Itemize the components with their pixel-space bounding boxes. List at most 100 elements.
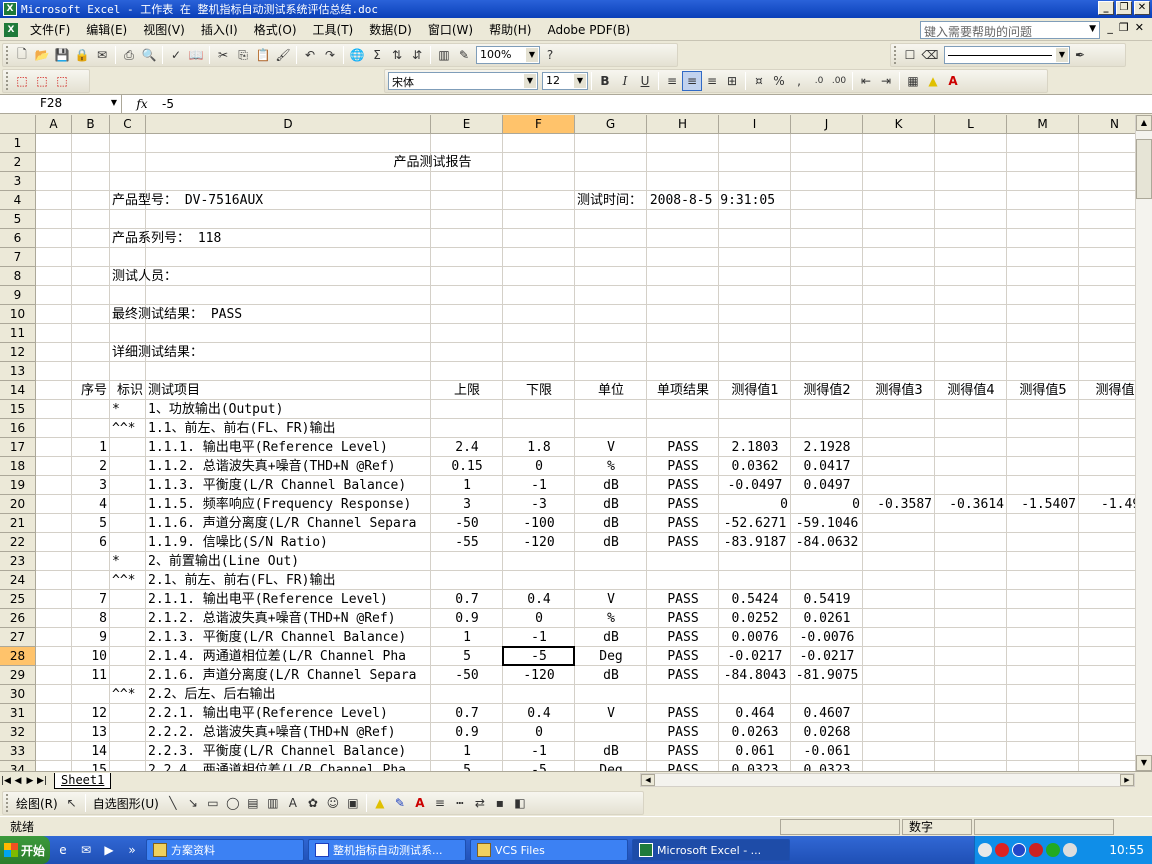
cell-f29[interactable]: -120 [503, 666, 575, 685]
cell-k14[interactable]: 测得值3 [863, 381, 935, 400]
cell-c16[interactable]: ^^* [110, 419, 146, 438]
insert-function-icon[interactable]: fx [122, 97, 162, 111]
menu-window[interactable]: 窗口(W) [420, 21, 481, 38]
fill-color-icon[interactable]: ▲ [923, 71, 943, 91]
autoshapes-menu[interactable]: 自选图形(U) [89, 795, 163, 812]
column-header-b[interactable]: B [72, 115, 110, 134]
cell-g34[interactable]: Deg [575, 761, 647, 771]
cell-i14[interactable]: 测得值1 [719, 381, 791, 400]
cell-e21[interactable]: -50 [431, 514, 503, 533]
row-header-11[interactable]: 11 [0, 324, 36, 343]
cell-f19[interactable]: -1 [503, 476, 575, 495]
network-icon[interactable] [978, 843, 992, 857]
cell-h22[interactable]: PASS [647, 533, 719, 552]
border-pen-icon[interactable]: ✒ [1070, 45, 1090, 65]
cell-j20[interactable]: 0 [791, 495, 863, 514]
align-left-icon[interactable]: ≡ [662, 71, 682, 91]
cell-e19[interactable]: 1 [431, 476, 503, 495]
column-header-h[interactable]: H [647, 115, 719, 134]
comma-style-icon[interactable]: , [789, 71, 809, 91]
cell-c12[interactable]: 详细测试结果： [110, 343, 810, 362]
cell-c24[interactable]: ^^* [110, 571, 146, 590]
worksheet-grid[interactable]: ABCDEFGHIJKLMN 1 2 3 4 5 6 7 8 9 10 11 12 13 14 15 16 17… [0, 115, 1135, 771]
open-icon[interactable]: 📂 [32, 45, 52, 65]
ime-icon[interactable] [1012, 843, 1026, 857]
row-header-34[interactable]: 34 [0, 761, 36, 771]
row-header-21[interactable]: 21 [0, 514, 36, 533]
email-icon[interactable]: ✉ [92, 45, 112, 65]
form-icon[interactable]: ☐ [900, 45, 920, 65]
cell-g26[interactable]: % [575, 609, 647, 628]
cell-i27[interactable]: 0.0076 [719, 628, 791, 647]
row-header-25[interactable]: 25 [0, 590, 36, 609]
column-header-a[interactable]: A [36, 115, 72, 134]
cell-h31[interactable]: PASS [647, 704, 719, 723]
cell-e34[interactable]: 5 [431, 761, 503, 771]
cell-b32[interactable]: 13 [72, 723, 110, 742]
cell-g14[interactable]: 单位 [575, 381, 647, 400]
underline-icon[interactable]: U [635, 71, 655, 91]
dash-style-icon[interactable]: ┅ [450, 793, 470, 813]
cell-b14[interactable]: 序号 [72, 381, 110, 400]
cell-f14[interactable]: 下限 [503, 381, 575, 400]
draw-menu[interactable]: 绘图(R) [12, 795, 62, 812]
cell-i19[interactable]: -0.0497 [719, 476, 791, 495]
sort-ascending-icon[interactable]: ⇅ [387, 45, 407, 65]
cell-e32[interactable]: 0.9 [431, 723, 503, 742]
volume-icon[interactable] [1063, 843, 1077, 857]
cell-i21[interactable]: -52.6271 [719, 514, 791, 533]
cell-m14[interactable]: 测得值5 [1007, 381, 1079, 400]
row-header-2[interactable]: 2 [0, 153, 36, 172]
sort-descending-icon[interactable]: ⇵ [407, 45, 427, 65]
cell-h27[interactable]: PASS [647, 628, 719, 647]
toolbar-grip[interactable] [6, 46, 9, 64]
cell-l20[interactable]: -0.3614 [935, 495, 1007, 514]
align-right-icon[interactable]: ≡ [702, 71, 722, 91]
cell-f20[interactable]: -3 [503, 495, 575, 514]
restore-button[interactable]: ❐ [1116, 1, 1132, 15]
cell-c23[interactable]: * [110, 552, 146, 571]
scroll-thumb[interactable] [1136, 139, 1152, 199]
row-header-7[interactable]: 7 [0, 248, 36, 267]
first-sheet-icon[interactable]: |◀ [0, 776, 12, 786]
report-title[interactable]: 产品测试报告 [146, 153, 719, 172]
pdf-review-icon[interactable]: ⬚ [52, 71, 72, 91]
minimize-button[interactable]: _ [1098, 1, 1114, 15]
cell-i18[interactable]: 0.0362 [719, 457, 791, 476]
pdf-email-icon[interactable]: ⬚ [32, 71, 52, 91]
row-header-30[interactable]: 30 [0, 685, 36, 704]
cell-g25[interactable]: V [575, 590, 647, 609]
cell-b18[interactable]: 2 [72, 457, 110, 476]
cell-n20[interactable]: -1.492 [1079, 495, 1135, 514]
column-header-n[interactable]: N [1079, 115, 1135, 134]
cell-d14[interactable]: 测试项目 [146, 381, 431, 400]
doc-minimize-button[interactable]: _ [1107, 21, 1113, 34]
cell-d16[interactable]: 1.1、前左、前右(FL、FR)输出 [146, 419, 846, 438]
cell-e17[interactable]: 2.4 [431, 438, 503, 457]
menu-insert[interactable]: 插入(I) [193, 21, 246, 38]
cell-n14[interactable]: 测得值 [1079, 381, 1135, 400]
wordart-icon[interactable]: A [283, 793, 303, 813]
hyperlink-icon[interactable]: 🌐 [347, 45, 367, 65]
menu-view[interactable]: 视图(V) [135, 21, 193, 38]
column-header-e[interactable]: E [431, 115, 503, 134]
task-folder-vcs-files[interactable]: VCS Files [470, 839, 628, 861]
toolbar-grip[interactable] [894, 46, 897, 64]
ie-icon[interactable]: e [53, 840, 73, 860]
cell-j19[interactable]: 0.0497 [791, 476, 863, 495]
help-question-input[interactable]: 键入需要帮助的问题 ▼ [920, 21, 1100, 39]
currency-icon[interactable]: ¤ [749, 71, 769, 91]
cell-i20[interactable]: 0 [719, 495, 791, 514]
cell-g20[interactable]: dB [575, 495, 647, 514]
cell-l14[interactable]: 测得值4 [935, 381, 1007, 400]
cell-d26[interactable]: 2.1.2. 总谐波失真+噪音(THD+N @Ref) [146, 609, 431, 628]
cell-d15[interactable]: 1、功放输出(Output) [146, 400, 846, 419]
row-header-20[interactable]: 20 [0, 495, 36, 514]
research-icon[interactable]: 📖 [186, 45, 206, 65]
column-header-f[interactable]: F [503, 115, 575, 134]
row-header-6[interactable]: 6 [0, 229, 36, 248]
cell-g33[interactable]: dB [575, 742, 647, 761]
row-header-3[interactable]: 3 [0, 172, 36, 191]
horizontal-scrollbar[interactable]: ◀ ▶ [640, 773, 1135, 787]
cell-f18[interactable]: 0 [503, 457, 575, 476]
